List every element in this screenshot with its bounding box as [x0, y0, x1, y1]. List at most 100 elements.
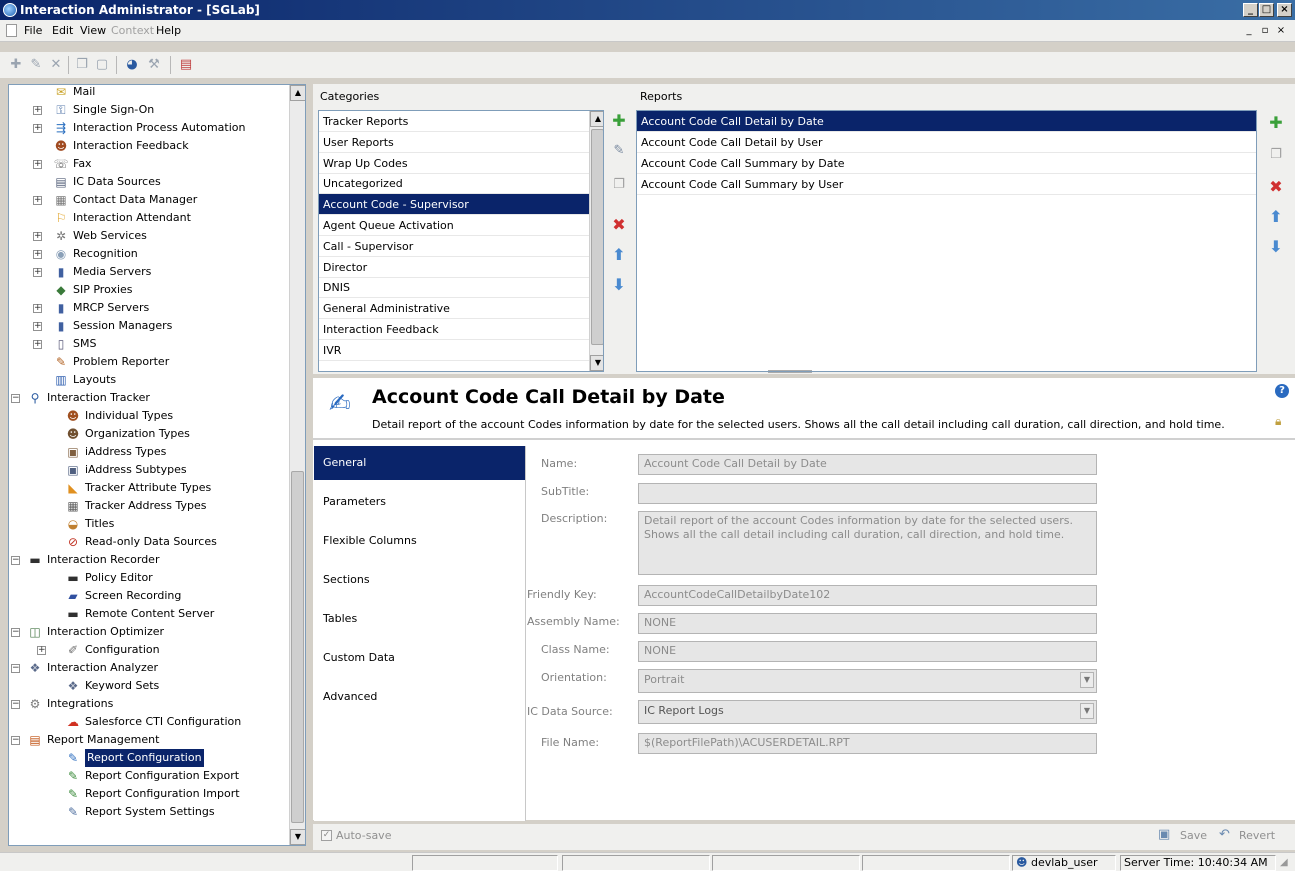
category-item[interactable]: Agent Queue Activation [319, 215, 589, 236]
tree-collapse-toggle[interactable]: − [11, 394, 20, 403]
tree-item[interactable]: Titles [85, 515, 114, 533]
add-report-icon[interactable]: ✚ [1267, 114, 1285, 132]
menu-edit[interactable]: Edit [52, 24, 73, 37]
tree-item[interactable]: MRCP Servers [73, 299, 149, 317]
tree-expand-toggle[interactable]: + [33, 160, 42, 169]
nav-item[interactable]: General [314, 446, 525, 480]
autosave-checkbox[interactable]: ✓ [321, 830, 332, 841]
tree-item[interactable]: Report Configuration Import [85, 785, 240, 803]
move-up-icon[interactable]: ⬆ [610, 246, 628, 264]
tree-expand-toggle[interactable]: + [33, 304, 42, 313]
delete-report-icon[interactable]: ✖ [1267, 178, 1285, 196]
tree-item[interactable]: SIP Proxies [73, 281, 133, 299]
scroll-up-button[interactable]: ▲ [290, 85, 305, 101]
navigation-tree[interactable]: ✉ Mail + ⚿ Single Sign-On + ⇶ Interaction Proce… [8, 84, 306, 846]
name-field[interactable]: Account Code Call Detail by Date [638, 454, 1097, 475]
splitter-grip[interactable] [768, 370, 812, 373]
tree-expand-toggle[interactable]: + [33, 196, 42, 205]
tree-item[interactable]: Session Managers [73, 317, 172, 335]
delete-icon[interactable]: ✕ [48, 57, 64, 73]
file-name-field[interactable]: $(ReportFilePath)\ACUSERDETAIL.RPT [638, 733, 1097, 754]
tree-collapse-toggle[interactable]: − [11, 664, 20, 673]
categories-scrollbar[interactable]: ▲ ▼ [589, 111, 603, 371]
tree-item[interactable]: Salesforce CTI Configuration [85, 713, 241, 731]
category-item[interactable]: Uncategorized [319, 173, 589, 195]
tree-item[interactable]: Policy Editor [85, 569, 153, 587]
nav-item[interactable]: Flexible Columns [314, 524, 525, 558]
category-item[interactable]: IVR [319, 340, 589, 361]
categories-list[interactable]: Tracker Reports User Reports Wrap Up Codes… [318, 110, 604, 372]
category-item[interactable]: DNIS [319, 277, 589, 299]
scroll-down-button[interactable]: ▼ [590, 355, 603, 371]
tree-item[interactable]: Organization Types [85, 425, 190, 443]
chevron-down-icon[interactable]: ▼ [1080, 703, 1094, 719]
tree-item[interactable]: Interaction Tracker [47, 389, 150, 407]
tree-expand-toggle[interactable]: + [33, 322, 42, 331]
tree-item[interactable]: Interaction Recorder [47, 551, 159, 569]
revert-button[interactable]: Revert [1239, 829, 1275, 842]
new-icon[interactable]: ✚ [8, 57, 24, 73]
category-item[interactable]: Account Code - Supervisor [319, 194, 589, 216]
resize-grip-icon[interactable]: ◢ [1280, 857, 1288, 868]
tree-item[interactable]: iAddress Subtypes [85, 461, 187, 479]
add-category-icon[interactable]: ✚ [610, 112, 628, 130]
connect-icon[interactable]: ◕ [124, 57, 140, 73]
nav-item[interactable]: Advanced [314, 680, 525, 714]
subtitle-field[interactable] [638, 483, 1097, 504]
report-item[interactable]: Account Code Call Summary by User [637, 174, 1256, 195]
properties-icon[interactable]: ⚒ [146, 57, 162, 73]
reports-list[interactable]: Account Code Call Detail by Date Account … [636, 110, 1257, 372]
category-item[interactable]: General Administrative [319, 298, 589, 320]
tree-item[interactable]: Interaction Feedback [73, 137, 189, 155]
menu-file[interactable]: File [24, 24, 42, 37]
tree-collapse-toggle[interactable]: − [11, 700, 20, 709]
chevron-down-icon[interactable]: ▼ [1080, 672, 1094, 688]
assembly-name-field[interactable]: NONE [638, 613, 1097, 634]
category-item[interactable]: Wrap Up Codes [319, 153, 589, 174]
tree-item[interactable]: Tracker Attribute Types [85, 479, 211, 497]
copy-report-icon[interactable]: ❐ [1267, 146, 1285, 164]
tree-collapse-toggle[interactable]: − [11, 736, 20, 745]
tree-item[interactable]: Mail [73, 85, 95, 101]
tree-item[interactable]: Interaction Attendant [73, 209, 191, 227]
tree-item[interactable]: Report Configuration [84, 748, 205, 768]
close-button[interactable]: × [1277, 3, 1292, 17]
revert-icon[interactable]: ↶ [1219, 827, 1230, 842]
nav-item[interactable]: Custom Data [314, 641, 525, 675]
tree-collapse-toggle[interactable]: − [11, 628, 20, 637]
tree-item[interactable]: SMS [73, 335, 96, 353]
tree-expand-toggle[interactable]: + [33, 106, 42, 115]
orientation-select[interactable]: Portrait ▼ [638, 669, 1097, 693]
rename-category-icon[interactable]: ✎ [610, 142, 628, 160]
tree-item[interactable]: Interaction Analyzer [47, 659, 158, 677]
tree-item[interactable]: Integrations [47, 695, 113, 713]
tree-item[interactable]: IC Data Sources [73, 173, 161, 191]
scroll-down-button[interactable]: ▼ [290, 829, 305, 845]
help-icon[interactable]: ? [1275, 384, 1289, 398]
menu-help[interactable]: Help [156, 24, 181, 37]
tree-item[interactable]: Web Services [73, 227, 147, 245]
delete-category-icon[interactable]: ✖ [610, 216, 628, 234]
category-item[interactable]: Director [319, 257, 589, 278]
friendly-key-field[interactable]: AccountCodeCallDetailbyDate102 [638, 585, 1097, 606]
tree-item[interactable]: Media Servers [73, 263, 151, 281]
tree-item[interactable]: Screen Recording [85, 587, 181, 605]
tree-item[interactable]: Report System Settings [85, 803, 215, 821]
mdi-restore-button[interactable]: ▫ [1259, 24, 1271, 36]
tree-expand-toggle[interactable]: + [33, 124, 42, 133]
scroll-up-button[interactable]: ▲ [590, 111, 603, 127]
tree-expand-toggle[interactable]: + [33, 250, 42, 259]
paste-icon[interactable]: ▢ [94, 57, 110, 73]
tree-expand-toggle[interactable]: + [33, 340, 42, 349]
tree-item[interactable]: Remote Content Server [85, 605, 214, 623]
category-item[interactable]: Tracker Reports [319, 111, 589, 132]
minimize-button[interactable]: _ [1243, 3, 1258, 17]
categories-scroll-thumb[interactable] [591, 129, 603, 345]
report-item[interactable]: Account Code Call Detail by User [637, 132, 1256, 153]
class-name-field[interactable]: NONE [638, 641, 1097, 662]
save-button[interactable]: Save [1180, 829, 1207, 842]
mdi-minimize-button[interactable]: _ [1243, 24, 1255, 36]
report-item[interactable]: Account Code Call Detail by Date [637, 111, 1256, 132]
tree-item[interactable]: Problem Reporter [73, 353, 169, 371]
tree-item[interactable]: Report Configuration Export [85, 767, 239, 785]
